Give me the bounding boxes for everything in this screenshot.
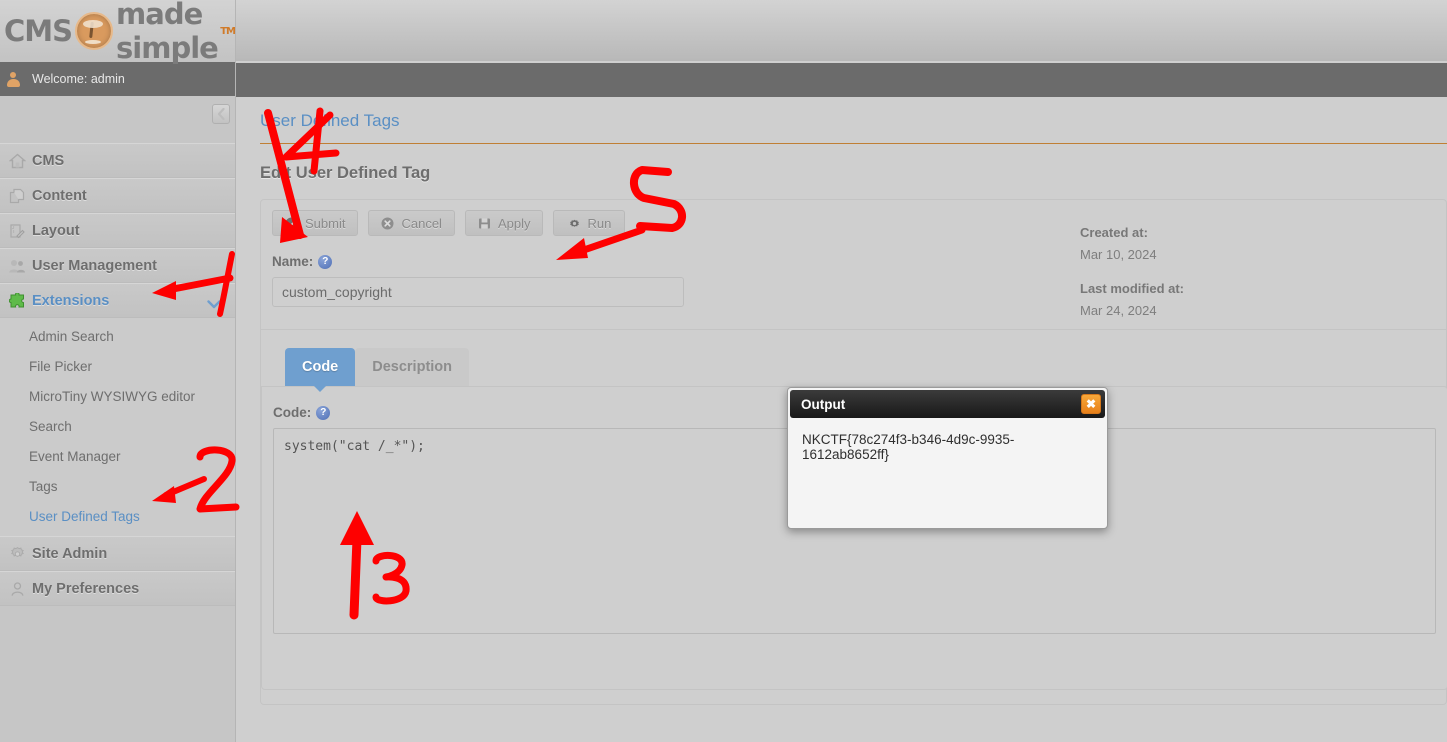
trademark-symbol: TM — [220, 25, 236, 37]
last-modified-value: Mar 24, 2024 — [1080, 302, 1157, 318]
sidebar-item-label: My Preferences — [32, 580, 140, 597]
gear-icon — [568, 217, 581, 230]
chevron-down-icon[interactable] — [207, 297, 221, 313]
user-icon — [0, 62, 26, 96]
sidebar-subitem-label: User Defined Tags — [29, 508, 140, 524]
output-dialog-titlebar[interactable]: Output ✖ — [790, 390, 1105, 418]
person-icon — [2, 581, 32, 597]
apply-button[interactable]: Apply — [464, 210, 544, 236]
run-button[interactable]: Run — [553, 210, 626, 236]
created-at-value: Mar 10, 2024 — [1080, 247, 1157, 263]
sidebar-item-my-preferences[interactable]: My Preferences — [0, 571, 235, 606]
users-icon — [2, 258, 32, 274]
close-icon[interactable]: ✖ — [1081, 394, 1101, 414]
sidebar-subitem-tags[interactable]: Tags — [0, 471, 235, 501]
sidebar-subitem-event-manager[interactable]: Event Manager — [0, 441, 235, 471]
save-disk-icon — [478, 217, 491, 230]
sidebar: CMS made simple TM Welcome: admin CMS Co… — [0, 0, 236, 742]
sidebar-item-layout[interactable]: Layout — [0, 213, 235, 248]
sidebar-item-user-management[interactable]: User Management — [0, 248, 235, 283]
created-at-label: Created at: — [1080, 225, 1148, 240]
sidebar-item-label: Content — [32, 187, 87, 204]
help-icon[interactable]: ? — [318, 254, 333, 269]
sidebar-item-label: Extensions — [32, 292, 110, 309]
tab-description[interactable]: Description — [355, 348, 470, 386]
name-field-row: Name: ? Created at: Mar 10, 2024 Last mo… — [261, 225, 1446, 330]
sidebar-subitem-user-defined-tags[interactable]: User Defined Tags — [0, 501, 235, 531]
welcome-text: Welcome: admin — [32, 72, 125, 86]
help-icon[interactable]: ? — [316, 405, 331, 420]
run-button-label: Run — [587, 215, 612, 231]
sidebar-subitem-label: Event Manager — [29, 448, 121, 464]
brand-name-cms: CMS — [4, 14, 73, 48]
apply-button-label: Apply — [497, 215, 531, 231]
sidebar-item-extensions[interactable]: Extensions — [0, 283, 235, 318]
name-field-label-row: Name: ? — [272, 254, 1446, 269]
application-window: CMS made simple TM Welcome: admin CMS Co… — [0, 0, 1447, 742]
submit-button[interactable]: Submit — [272, 210, 359, 236]
tab-code[interactable]: Code — [285, 348, 356, 392]
last-modified-label: Last modified at: — [1080, 280, 1185, 296]
form-toolbar: Submit Cancel Apply Run — [261, 210, 1446, 236]
output-dialog: Output ✖ NKCTF{78c274f3-b346-4d9c-9935-1… — [787, 387, 1108, 529]
brand-name-madesimple: made simple — [116, 0, 219, 65]
sidebar-item-label: CMS — [32, 152, 65, 169]
pages-icon — [2, 188, 32, 204]
code-field-label: Code: — [273, 405, 312, 420]
sidebar-subitem-microtiny-wysiwyg-editor[interactable]: MicroTiny WYSIWYG editor — [0, 381, 235, 411]
sidebar-subitem-label: Admin Search — [29, 328, 114, 344]
home-icon — [2, 153, 32, 169]
sidebar-item-label: User Management — [32, 257, 157, 274]
sidebar-collapse-strip — [0, 96, 235, 143]
palm-tree-icon — [75, 12, 114, 50]
sidebar-item-label: Site Admin — [32, 545, 108, 562]
puzzle-piece-icon — [2, 292, 32, 309]
sidebar-subitem-label: File Picker — [29, 358, 93, 374]
top-header-bar — [236, 0, 1447, 62]
name-input[interactable] — [272, 277, 684, 307]
gear-icon — [2, 546, 32, 562]
sidebar-item-content[interactable]: Content — [0, 178, 235, 213]
check-circle-icon — [285, 217, 298, 230]
tab-label: Description — [372, 359, 453, 375]
chevron-left-icon[interactable] — [212, 104, 230, 124]
tab-label: Code — [302, 359, 339, 375]
output-dialog-title: Output — [801, 396, 846, 412]
tab-bar: Code Description — [261, 330, 1446, 392]
sidebar-subitem-admin-search[interactable]: Admin Search — [0, 321, 235, 351]
header-dark-strip — [236, 63, 1447, 97]
extensions-submenu: Admin Search File Picker MicroTiny WYSIW… — [0, 318, 235, 536]
metadata-panel: Created at: Mar 10, 2024 Last modified a… — [1080, 225, 1185, 337]
sidebar-item-label: Layout — [32, 222, 80, 239]
page-title: Edit User Defined Tag — [260, 164, 431, 182]
submit-button-label: Submit — [305, 215, 346, 231]
name-field-label: Name: — [272, 254, 314, 269]
welcome-bar: Welcome: admin — [0, 62, 235, 96]
cancel-button[interactable]: Cancel — [368, 210, 455, 236]
sidebar-item-cms[interactable]: CMS — [0, 143, 235, 178]
sidebar-item-site-admin[interactable]: Site Admin — [0, 536, 235, 571]
sidebar-subitem-search[interactable]: Search — [0, 411, 235, 441]
cancel-button-label: Cancel — [401, 215, 442, 231]
sidebar-subitem-label: Search — [29, 418, 72, 434]
sidebar-subitem-file-picker[interactable]: File Picker — [0, 351, 235, 381]
sidebar-subitem-label: MicroTiny WYSIWYG editor — [29, 388, 196, 404]
title-divider — [260, 143, 1447, 144]
output-dialog-body: NKCTF{78c274f3-b346-4d9c-9935-1612ab8652… — [802, 432, 1015, 462]
ruler-pencil-icon — [2, 223, 32, 239]
sidebar-subitem-label: Tags — [29, 478, 58, 494]
breadcrumb[interactable]: User Defined Tags — [260, 111, 1447, 131]
brand-logo[interactable]: CMS made simple TM — [0, 0, 236, 65]
x-circle-icon — [381, 217, 394, 230]
